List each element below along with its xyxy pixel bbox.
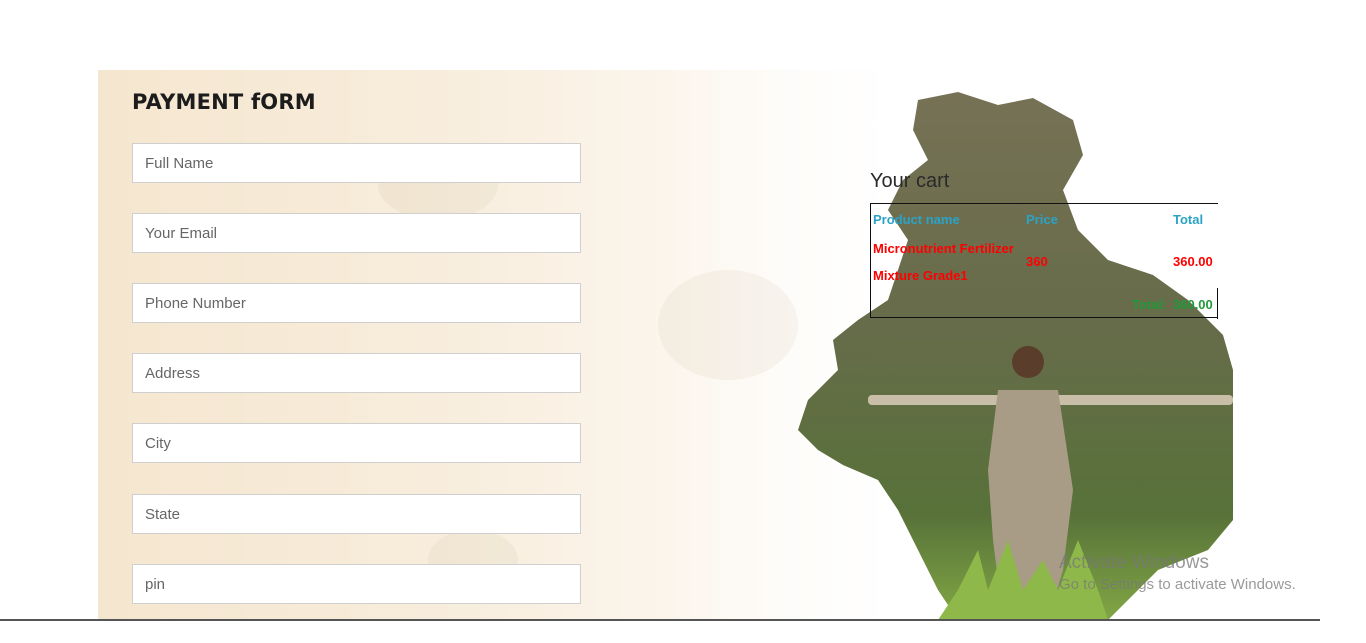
cart-header-price: Price xyxy=(1026,212,1058,227)
cart-total-label: Total: xyxy=(1132,297,1167,312)
cart-total-value: 360.00 xyxy=(1173,297,1213,312)
cart-header-product: Product name xyxy=(873,212,960,227)
watermark-title: Activate Windows xyxy=(1059,552,1209,573)
activate-windows-watermark: Activate Windows Go to Settings to activ… xyxy=(1059,552,1296,593)
cart-item-total: 360.00 xyxy=(1173,254,1213,269)
watermark-subtitle: Go to Settings to activate Windows. xyxy=(1059,576,1296,593)
bottom-divider xyxy=(0,619,1320,621)
pin-input[interactable] xyxy=(132,564,581,604)
payment-form-title: PAYMENT fORM xyxy=(132,90,316,114)
cart-header-total: Total xyxy=(1173,212,1204,227)
email-input[interactable] xyxy=(132,213,581,253)
cart-item-price: 360 xyxy=(1026,254,1048,269)
cart-item-name-line2: Mixture Grade1 xyxy=(873,268,968,283)
state-input[interactable] xyxy=(132,494,581,534)
cart-table-border xyxy=(1217,288,1218,319)
cart-title: Your cart xyxy=(870,170,950,192)
phone-number-input[interactable] xyxy=(132,283,581,323)
cart-table: Product name Price Total Micronutrient F… xyxy=(870,203,1218,319)
cart-item-name-line1: Micronutrient Fertilizer xyxy=(873,241,1014,256)
payment-panel: PAYMENT fORM Your cart Product name Pric… xyxy=(98,70,1233,620)
full-name-input[interactable] xyxy=(132,143,581,183)
address-input[interactable] xyxy=(132,353,581,393)
city-input[interactable] xyxy=(132,423,581,463)
farmer-head xyxy=(1012,346,1044,378)
